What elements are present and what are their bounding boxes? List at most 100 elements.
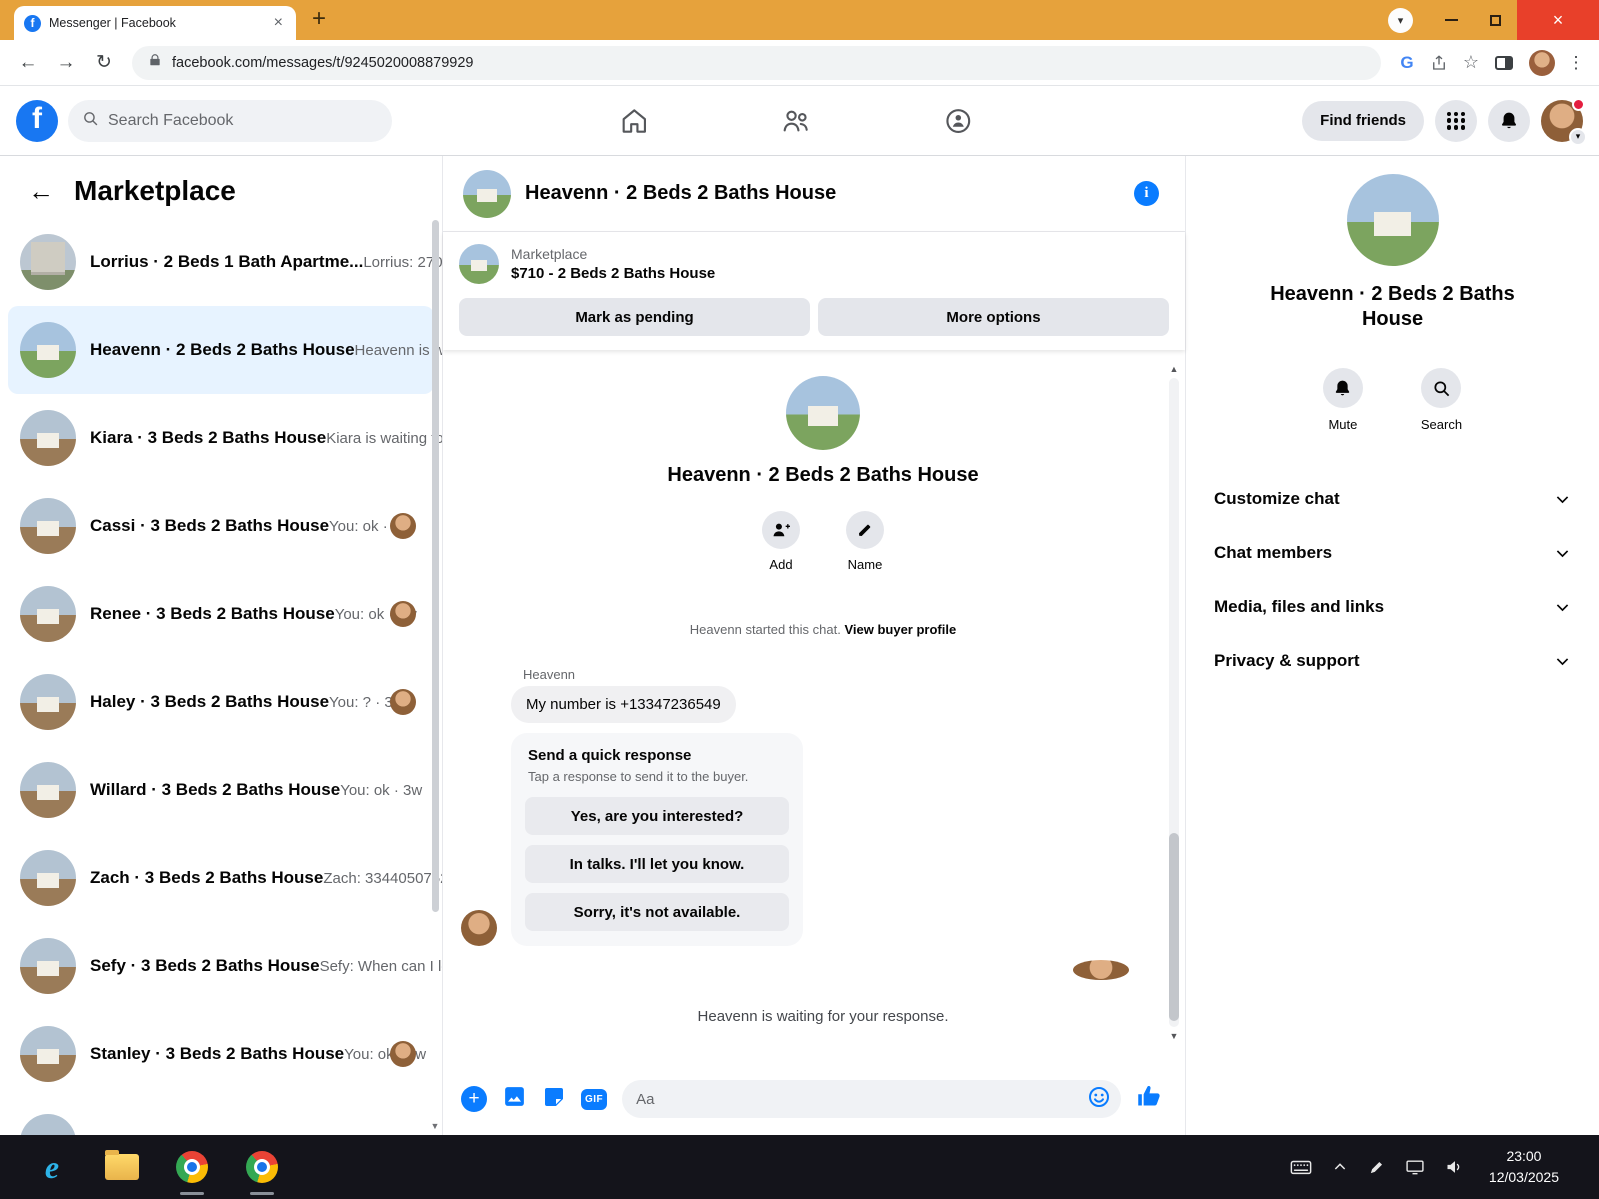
- chat-list-item[interactable]: Kiara · 3 Beds 2 Baths HouseKiara is wai…: [0, 394, 442, 482]
- minimize-button[interactable]: [1429, 0, 1473, 40]
- conversation-intro: Heavenn · 2 Beds 2 Baths House Add Name …: [461, 376, 1185, 637]
- browser-profile-avatar[interactable]: [1529, 49, 1555, 76]
- display-icon[interactable]: [1405, 1157, 1425, 1177]
- back-icon[interactable]: ←: [10, 45, 46, 81]
- touch-keyboard-icon[interactable]: [1290, 1156, 1312, 1178]
- more-options-button[interactable]: More options: [818, 298, 1169, 336]
- facebook-search[interactable]: [68, 99, 392, 142]
- message-composer: + GIF: [443, 1073, 1185, 1135]
- chat-list-item-selected[interactable]: Heavenn · 2 Beds 2 Baths HouseHeavenn is…: [8, 306, 442, 394]
- chat-scrollbar[interactable]: ▲ ▼: [1166, 364, 1182, 1041]
- search-in-chat-button[interactable]: Search: [1421, 368, 1462, 432]
- taskbar-file-explorer[interactable]: [102, 1145, 142, 1189]
- google-icon[interactable]: G: [1391, 53, 1423, 73]
- quick-response-option[interactable]: In talks. I'll let you know.: [525, 845, 789, 883]
- reload-icon[interactable]: ↻: [86, 45, 122, 81]
- forward-icon[interactable]: →: [48, 45, 84, 81]
- taskbar-chrome-2[interactable]: [242, 1145, 282, 1189]
- seen-avatar: [390, 1041, 416, 1067]
- chat-list-item[interactable]: Willard · 3 Beds 2 Baths HouseYou: ok · …: [0, 746, 442, 834]
- sticker-icon[interactable]: [542, 1085, 566, 1114]
- notifications-button[interactable]: [1488, 99, 1530, 142]
- search-input[interactable]: [108, 111, 348, 130]
- mute-button[interactable]: Mute: [1322, 368, 1363, 432]
- chat-name: Stanley · 3 Beds 2 Baths House: [90, 1044, 345, 1063]
- volume-icon[interactable]: [1445, 1157, 1465, 1177]
- side-panel-button[interactable]: [1487, 55, 1521, 70]
- view-buyer-profile-link[interactable]: View buyer profile: [844, 622, 956, 637]
- tab-friends[interactable]: [773, 98, 819, 144]
- chat-list-item[interactable]: Cassi · 3 Beds 2 Baths HouseYou: ok · 2d: [0, 482, 442, 570]
- section-label: Customize chat: [1214, 489, 1340, 508]
- mute-label: Mute: [1328, 417, 1358, 432]
- gif-icon[interactable]: GIF: [581, 1088, 608, 1110]
- screen: f Messenger | Facebook × + ▾ × ← → ↻ fac…: [0, 0, 1599, 1199]
- quick-response-card: Send a quick response Tap a response to …: [511, 733, 803, 946]
- mute-bell-icon: [1322, 368, 1363, 408]
- tab-close-icon[interactable]: ×: [271, 14, 286, 32]
- scrollbar-thumb[interactable]: [1169, 833, 1179, 1021]
- chat-list-item[interactable]: Haley · 3 Beds 2 Baths HouseYou: ? · 3w: [0, 658, 442, 746]
- profile-avatar[interactable]: ▾: [1541, 97, 1587, 146]
- find-friends-button[interactable]: Find friends: [1302, 100, 1424, 141]
- browser-tab[interactable]: f Messenger | Facebook ×: [14, 6, 296, 40]
- taskbar-internet-explorer[interactable]: e: [32, 1145, 72, 1189]
- chat-name: Haley · 3 Beds 2 Baths House: [90, 692, 330, 711]
- taskbar-clock[interactable]: 23:00 12/03/2025: [1489, 1146, 1559, 1188]
- message-input-pill[interactable]: [622, 1080, 1121, 1118]
- listing-avatar: [20, 938, 76, 994]
- edit-name-button[interactable]: Name: [846, 511, 884, 572]
- thumbs-up-icon[interactable]: [1136, 1083, 1163, 1115]
- emoji-icon[interactable]: [1087, 1085, 1111, 1114]
- scroll-up-icon[interactable]: ▲: [1166, 364, 1182, 374]
- new-tab-button[interactable]: +: [312, 7, 326, 31]
- back-arrow-icon[interactable]: ←: [28, 178, 54, 204]
- tab-title: Messenger | Facebook: [49, 16, 176, 30]
- tab-search-icon[interactable]: ▾: [1388, 7, 1413, 33]
- info-icon[interactable]: i: [1134, 181, 1159, 206]
- conversation-avatar[interactable]: [463, 169, 511, 218]
- chat-list-item[interactable]: Renee · 3 Beds 2 Baths HouseYou: ok · 3w: [0, 570, 442, 658]
- tab-communities[interactable]: [935, 98, 981, 144]
- scrollbar-thumb[interactable]: [432, 220, 439, 913]
- apps-menu-button[interactable]: [1435, 99, 1477, 142]
- chat-list-item[interactable]: Stanley · 3 Beds 2 Baths HouseYou: ok · …: [0, 1010, 442, 1098]
- chat-list-item[interactable]: Zach · 3 Beds 2 Baths HouseZach: 3344050…: [0, 834, 442, 922]
- share-icon[interactable]: [1423, 54, 1455, 72]
- quick-response-option[interactable]: Sorry, it's not available.: [525, 893, 789, 931]
- chat-list-item[interactable]: Baudilio · 3 Beds 2 Baths House: [0, 1098, 442, 1135]
- attach-plus-icon[interactable]: +: [461, 1086, 487, 1112]
- search-label: Search: [1420, 417, 1463, 432]
- scroll-down-icon[interactable]: ▼: [1166, 1031, 1182, 1041]
- scroll-down-icon[interactable]: ▼: [429, 1121, 441, 1131]
- section-customize-chat[interactable]: Customize chat: [1202, 472, 1583, 526]
- tray-expand-icon[interactable]: [1332, 1159, 1348, 1175]
- section-media-files-links[interactable]: Media, files and links: [1202, 580, 1583, 634]
- mark-as-pending-button[interactable]: Mark as pending: [459, 298, 810, 336]
- bookmark-star-icon[interactable]: ☆: [1455, 52, 1487, 73]
- chat-list-item[interactable]: Sefy · 3 Beds 2 Baths HouseSefy: When ca…: [0, 922, 442, 1010]
- quick-response-option[interactable]: Yes, are you interested?: [525, 797, 789, 835]
- message-input[interactable]: [636, 1090, 1087, 1108]
- url-bar[interactable]: facebook.com/messages/t/9245020008879929: [132, 45, 1381, 80]
- seen-indicator-avatar: [1073, 960, 1129, 980]
- listing-thumbnail: [459, 244, 499, 284]
- pen-icon[interactable]: [1368, 1159, 1385, 1176]
- facebook-logo[interactable]: f: [16, 99, 58, 142]
- listing-avatar: [20, 498, 76, 554]
- section-privacy-support[interactable]: Privacy & support: [1202, 634, 1583, 688]
- sidebar-scrollbar[interactable]: ▼: [429, 220, 441, 1131]
- listing-avatar: [20, 586, 76, 642]
- quick-response-title: Send a quick response: [528, 747, 692, 764]
- listing-summary: Marketplace $710 - 2 Beds 2 Baths House: [459, 244, 1169, 284]
- maximize-button[interactable]: [1473, 0, 1517, 40]
- browser-menu-icon[interactable]: ⋮: [1563, 53, 1589, 73]
- section-chat-members[interactable]: Chat members: [1202, 526, 1583, 580]
- conversation-title: Heavenn · 2 Beds 2 Baths House: [525, 182, 837, 204]
- add-people-button[interactable]: Add: [762, 511, 800, 572]
- taskbar-chrome-1[interactable]: [172, 1145, 212, 1189]
- chat-list-item[interactable]: Lorrius · 2 Beds 1 Bath Apartme...Lorriu…: [0, 218, 442, 306]
- image-icon[interactable]: [502, 1084, 527, 1114]
- tab-home[interactable]: [611, 98, 657, 144]
- close-button[interactable]: ×: [1517, 0, 1599, 40]
